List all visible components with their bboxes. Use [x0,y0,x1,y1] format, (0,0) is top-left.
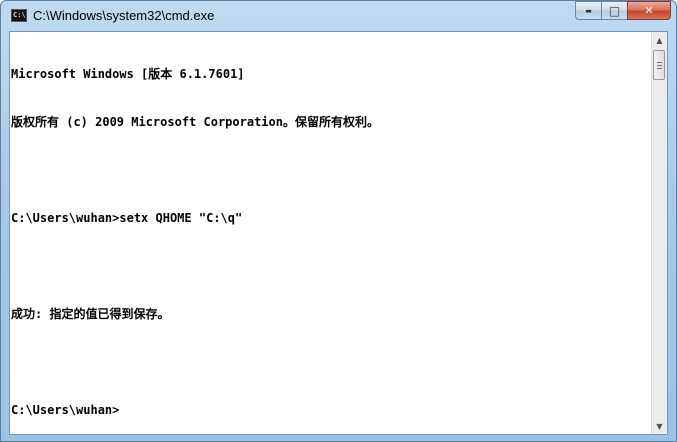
console-area[interactable]: Microsoft Windows [版本 6.1.7601] 版权所有 (c)… [9,31,668,435]
scroll-down-arrow-icon[interactable]: ▼ [652,418,667,434]
close-icon: ✕ [644,4,654,17]
minimize-button[interactable]: ▬ [575,1,601,20]
title-bar[interactable]: C:\ C:\Windows\system32\cmd.exe ▬ □ ✕ [1,1,676,31]
thumb-grip [657,62,662,63]
console-line: 成功: 指定的值已得到保存。 [11,307,170,321]
console-output[interactable]: Microsoft Windows [版本 6.1.7601] 版权所有 (c)… [10,32,651,434]
console-line: Microsoft Windows [版本 6.1.7601] [11,67,245,81]
maximize-icon: □ [608,3,621,18]
window-title: C:\Windows\system32\cmd.exe [33,8,215,23]
thumb-grip [657,65,662,66]
cmd-window: C:\ C:\Windows\system32\cmd.exe ▬ □ ✕ Mi… [0,0,677,442]
maximize-button[interactable]: □ [601,1,627,20]
thumb-grip [657,68,662,69]
scroll-up-arrow-icon[interactable]: ▲ [652,32,667,48]
minimize-icon: ▬ [585,6,592,15]
close-button[interactable]: ✕ [627,1,671,20]
vertical-scrollbar[interactable]: ▲ ▼ [651,32,667,434]
cmd-app-icon-label: C:\ [13,11,26,19]
console-prompt-line: C:\Users\wuhan> [11,403,120,417]
cmd-app-icon[interactable]: C:\ [11,9,27,22]
caption-buttons: ▬ □ ✕ [575,1,671,21]
console-line: C:\Users\wuhan>setx QHOME "C:\q" [11,211,243,225]
console-line: 版权所有 (c) 2009 Microsoft Corporation。保留所有… [11,115,379,129]
scrollbar-thumb[interactable] [653,50,665,80]
